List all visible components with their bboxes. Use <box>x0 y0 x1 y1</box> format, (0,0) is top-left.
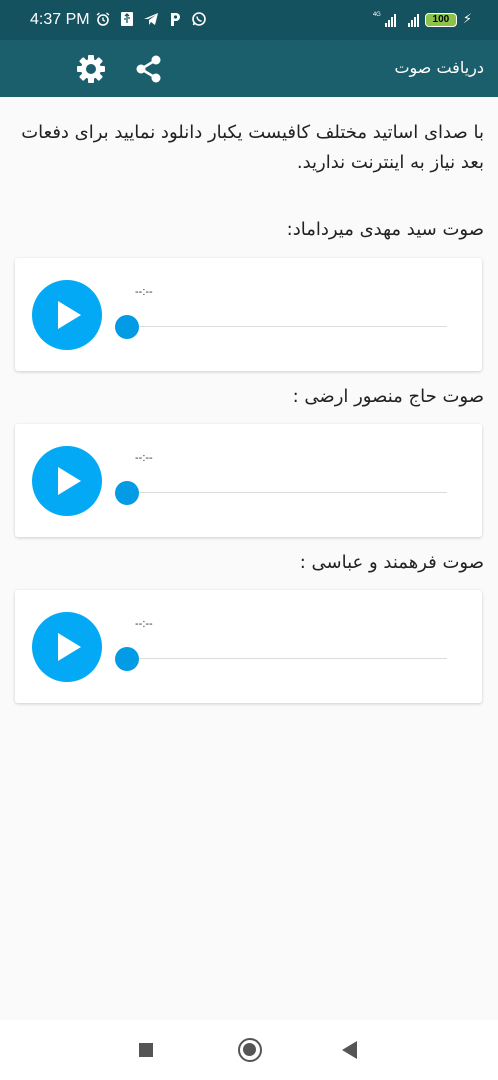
audio-player-card: --:-- <box>15 424 482 537</box>
whatsapp-icon <box>191 11 207 27</box>
back-button[interactable] <box>342 1041 357 1059</box>
signal-icon <box>384 13 396 27</box>
charging-icon: ⚡ <box>462 12 472 27</box>
section-title: صوت حاج منصور ارضی : <box>292 386 484 407</box>
alarm-icon <box>95 11 111 27</box>
gear-icon <box>77 55 105 83</box>
play-icon <box>58 633 81 661</box>
system-status: 4G 100 ⚡ <box>373 12 472 27</box>
signal-icon <box>407 13 419 27</box>
play-icon <box>58 301 81 329</box>
play-icon <box>58 467 81 495</box>
system-nav-bar <box>0 1020 498 1080</box>
status-bar: 4:37 PM 4G 100 ⚡ <box>0 0 498 40</box>
settings-button[interactable] <box>75 53 107 85</box>
play-button[interactable] <box>32 612 102 682</box>
status-time: 4:37 PM <box>30 11 90 28</box>
seek-bar[interactable] <box>127 492 447 493</box>
audio-player-card: --:-- <box>15 258 482 371</box>
usb-icon <box>119 11 135 27</box>
share-button[interactable] <box>134 54 164 84</box>
seek-thumb[interactable] <box>115 481 139 505</box>
play-button[interactable] <box>32 446 102 516</box>
seek-thumb[interactable] <box>115 647 139 671</box>
play-button[interactable] <box>32 280 102 350</box>
battery-icon: 100 <box>424 12 457 27</box>
audio-player-card: --:-- <box>15 590 482 703</box>
app-bar: دریافت صوت <box>0 40 498 97</box>
page-title: دریافت صوت <box>394 58 484 77</box>
seek-bar[interactable] <box>127 658 447 659</box>
telegram-icon <box>143 11 159 27</box>
p-app-icon <box>167 11 183 27</box>
share-icon <box>136 55 161 83</box>
recents-button[interactable] <box>139 1043 153 1057</box>
section-title: صوت سید مهدی میرداماد: <box>286 219 484 240</box>
network-type: 4G <box>372 12 381 18</box>
notification-icons <box>95 11 207 27</box>
intro-text: با صدای اساتید مختلف کافیست یکبار دانلود… <box>21 122 484 173</box>
duration-label: --:-- <box>135 618 153 630</box>
duration-label: --:-- <box>135 452 153 464</box>
home-button[interactable] <box>238 1038 262 1062</box>
duration-label: --:-- <box>135 286 153 298</box>
seek-bar[interactable] <box>127 326 447 327</box>
seek-thumb[interactable] <box>115 315 139 339</box>
section-title: صوت فرهمند و عباسی : <box>299 552 484 573</box>
